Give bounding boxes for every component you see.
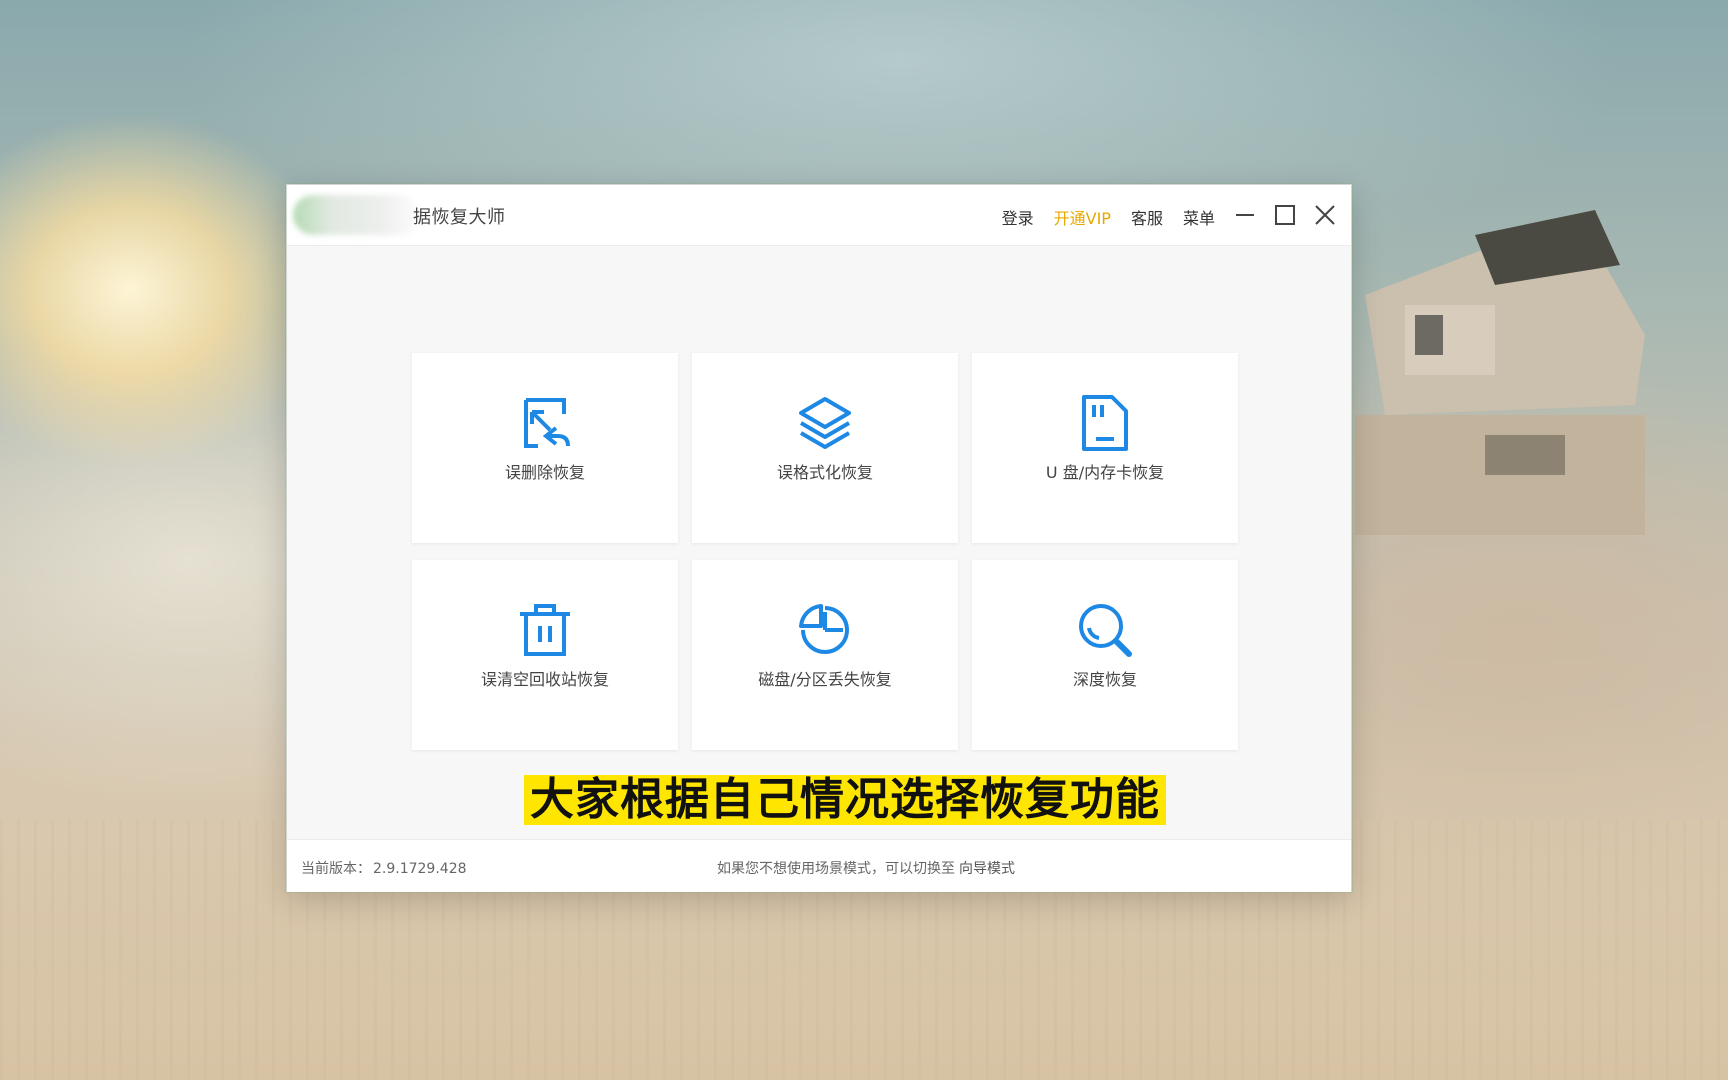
card-label: 误清空回收站恢复 [480,670,609,689]
vip-link[interactable]: 开通VIP [1054,205,1111,229]
close-icon [1315,205,1335,225]
card-label: U 盘/内存卡恢复 [1045,463,1165,482]
deep-recovery-card[interactable]: 深度恢复 [972,560,1238,750]
status-bar: 当前版本： 2.9.1729.428 如果您不想使用场景模式，可以切换至 向导模式 [287,839,1351,892]
card-label: 磁盘/分区丢失恢复 [758,670,892,689]
layers-icon [795,393,855,453]
title-bar: 据恢复大师 登录 开通VIP 客服 菜单 [287,185,1351,246]
minimize-button[interactable] [1230,200,1260,230]
usb-card-recovery-card[interactable]: U 盘/内存卡恢复 [972,353,1238,543]
format-recovery-card[interactable]: 误格式化恢复 [692,353,958,543]
recycle-bin-recovery-card[interactable]: 误清空回收站恢复 [412,560,678,750]
version-number: 2.9.1729.428 [373,861,467,877]
file-restore-icon [515,393,575,453]
trash-icon [515,600,575,660]
version-label: 当前版本： [301,861,371,877]
maximize-button[interactable] [1270,200,1300,230]
app-logo [293,195,419,235]
maximize-icon [1275,205,1295,225]
card-label: 误格式化恢复 [776,463,873,482]
login-link[interactable]: 登录 [1002,205,1034,229]
app-window: 据恢复大师 登录 开通VIP 客服 菜单 误删除恢复 误格式化恢复 U 盘/内存… [286,184,1352,892]
mode-hint: 如果您不想使用场景模式，可以切换至 向导模式 [717,858,1015,878]
mode-hint-text: 如果您不想使用场景模式，可以切换至 [717,861,955,877]
partition-recovery-card[interactable]: 磁盘/分区丢失恢复 [692,560,958,750]
close-button[interactable] [1310,200,1340,230]
pie-chart-icon [795,600,855,660]
video-caption: 大家根据自己情况选择恢复功能 [524,775,1166,825]
app-title: 据恢复大师 [413,207,506,228]
recovery-options-grid: 误删除恢复 误格式化恢复 U 盘/内存卡恢复 误清空回收站恢复 磁盘/分区丢失恢… [412,353,1238,750]
tank-illustration [1355,210,1645,535]
wizard-mode-link[interactable]: 向导模式 [959,861,1015,877]
service-link[interactable]: 客服 [1131,205,1163,229]
menu-link[interactable]: 菜单 [1183,205,1215,229]
search-icon [1075,600,1135,660]
minimize-icon [1236,214,1254,216]
title-nav: 登录 开通VIP 客服 菜单 [1002,205,1215,229]
card-label: 深度恢复 [1072,670,1137,689]
card-label: 误删除恢复 [504,463,585,482]
version-info: 当前版本： 2.9.1729.428 [301,858,467,878]
deleted-recovery-card[interactable]: 误删除恢复 [412,353,678,543]
sd-card-icon [1075,393,1135,453]
